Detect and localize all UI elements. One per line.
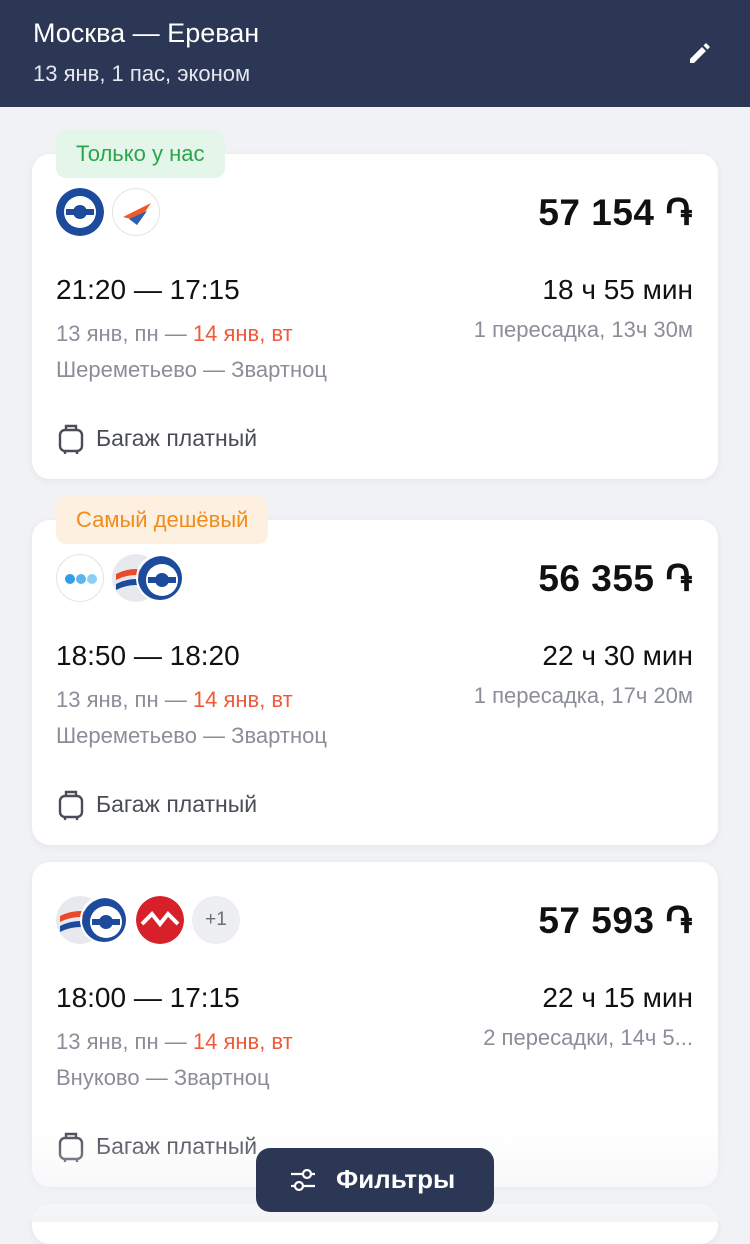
departure-date: 13 янв, пн — — [56, 687, 193, 712]
flight-times: 18:50 — 18:20 — [56, 640, 240, 671]
search-header: Москва — Ереван 13 янв, 1 пас, эконом — [0, 0, 750, 107]
arrival-date: 14 янв, вт — [192, 321, 293, 346]
flight-times: 18:00 — 17:15 — [56, 982, 240, 1013]
airline-logo-icon — [56, 188, 104, 236]
ticket-card[interactable]: 56 355 ֏ 18:50 — 18:20 22 ч 30 мин 13 ян… — [32, 520, 718, 845]
sliders-icon — [291, 1168, 315, 1192]
airline-logo-icon — [112, 188, 160, 236]
flight-duration: 22 ч 30 мин — [542, 640, 693, 671]
flight-duration: 22 ч 15 мин — [542, 982, 693, 1013]
arrival-date: 14 янв, вт — [192, 687, 293, 712]
baggage-icon — [58, 424, 84, 454]
ticket-price: 56 355 ֏ — [538, 558, 693, 599]
ticket-price: 57 154 ֏ — [538, 192, 693, 233]
baggage-icon — [58, 790, 84, 820]
filters-button[interactable]: Фильтры — [256, 1148, 494, 1212]
departure-date: 13 янв, пн — — [56, 321, 193, 346]
baggage-label: Багаж платный — [96, 791, 258, 817]
airports: Шереметьево — Звартноц — [56, 357, 327, 382]
flight-times: 21:20 — 17:15 — [56, 274, 240, 305]
airline-logo-icon — [136, 554, 184, 602]
search-params: 13 янв, 1 пас, эконом — [33, 61, 251, 86]
transfer-info: 1 пересадка, 13ч 30м — [473, 317, 693, 342]
cheapest-badge: Самый дешёвый — [56, 496, 269, 544]
departure-date: 13 янв, пн — — [56, 1029, 193, 1054]
transfer-info: 1 пересадка, 17ч 20м — [473, 683, 693, 708]
arrival-date: 14 янв, вт — [192, 1029, 293, 1054]
flight-duration: 18 ч 55 мин — [542, 274, 693, 305]
airports: Внуково — Звартноц — [56, 1065, 270, 1090]
airline-logo-icon — [56, 554, 104, 602]
ticket-price: 57 593 ֏ — [538, 900, 693, 941]
flight-dates: 13 янв, пн — 14 янв, вт — [56, 687, 293, 713]
transfer-info: 2 пересадки, 14ч 5... — [483, 1025, 693, 1050]
flight-dates: 13 янв, пн — 14 янв, вт — [56, 321, 293, 347]
airports: Шереметьево — Звартноц — [56, 723, 327, 748]
flight-dates: 13 янв, пн — 14 янв, вт — [56, 1029, 293, 1055]
ticket-card[interactable]: +1 57 593 ֏ 18:00 — 17:15 22 ч 15 мин 13… — [32, 862, 718, 1187]
pencil-icon[interactable] — [684, 37, 716, 69]
baggage-icon — [58, 1132, 84, 1162]
ticket-card[interactable]: 57 154 ֏ 21:20 — 17:15 18 ч 55 мин 13 ян… — [32, 154, 718, 479]
airline-logo-icon — [80, 896, 128, 944]
route-title: Москва — Ереван — [33, 18, 260, 48]
baggage-label: Багаж платный — [96, 425, 258, 451]
more-airlines-count: +1 — [192, 896, 240, 944]
exclusive-badge: Только у нас — [56, 130, 225, 178]
filters-label: Фильтры — [336, 1164, 456, 1194]
airline-logo-icon — [136, 896, 184, 944]
baggage-label: Багаж платный — [96, 1133, 258, 1159]
